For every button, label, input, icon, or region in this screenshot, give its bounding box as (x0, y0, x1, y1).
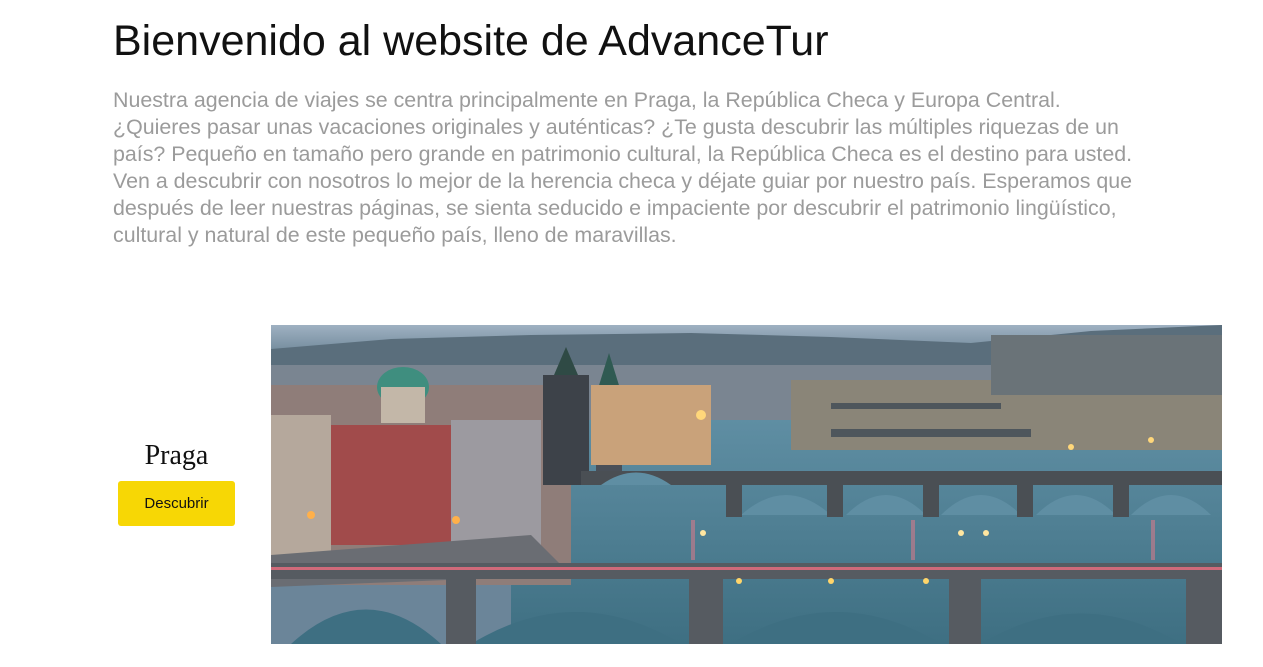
intro-line: país? Pequeño en tamaño pero grande en p… (113, 142, 1133, 166)
page-title: Bienvenido al website de AdvanceTur (113, 17, 829, 65)
intro-line: cultural y natural de este pequeño país,… (113, 223, 677, 247)
intro-line: después de leer nuestras páginas, se sie… (113, 196, 1117, 220)
intro-paragraph: Nuestra agencia de viajes se centra prin… (113, 87, 1222, 249)
intro-line: Nuestra agencia de viajes se centra prin… (113, 88, 1061, 112)
intro-line: ¿Quieres pasar unas vacaciones originale… (113, 115, 1119, 139)
destination-name: Praga (144, 440, 209, 471)
discover-button[interactable]: Descubrir (118, 481, 235, 526)
intro-line: Ven a descubrir con nosotros lo mejor de… (113, 169, 1133, 193)
page: Bienvenido al website de AdvanceTur Nues… (0, 0, 1263, 667)
prague-bridges-photo (271, 325, 1222, 644)
